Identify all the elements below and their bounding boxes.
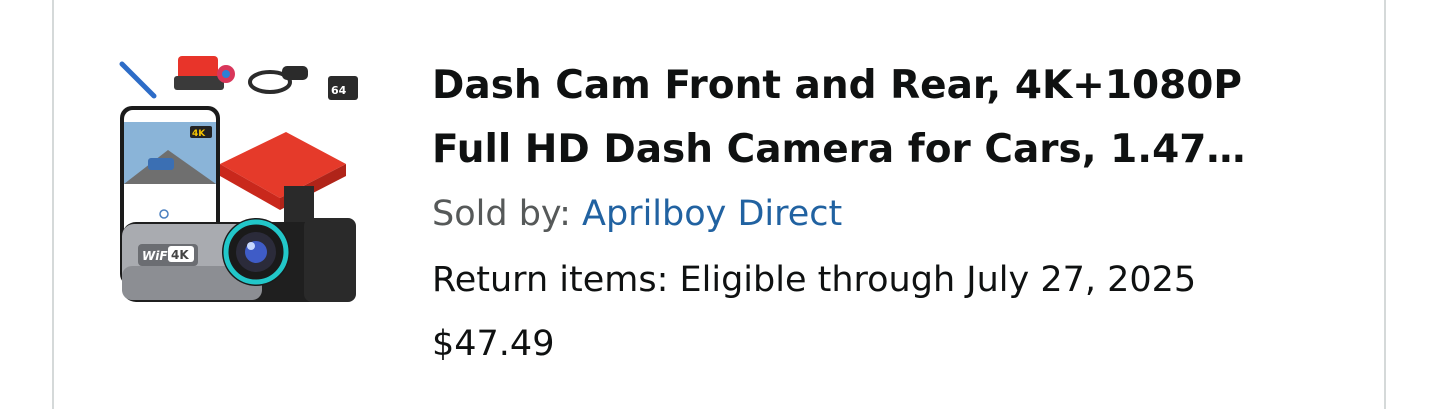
- windshield-mount: [220, 132, 346, 230]
- dash-cam-product-image: 64 4K WiFi 4K: [119, 56, 358, 302]
- product-thumbnail[interactable]: 64 4K WiFi 4K: [108, 46, 366, 312]
- sd-card-label: 64: [331, 84, 347, 97]
- pry-tool-icon: [119, 61, 157, 99]
- order-item-details: Dash Cam Front and Rear, 4K+1080P Full H…: [432, 54, 1332, 368]
- rear-camera-icon: [174, 56, 235, 90]
- sd-card-icon: 64: [328, 76, 358, 100]
- sold-by-label: Sold by:: [432, 194, 571, 234]
- camera-4k-badge: 4K: [171, 248, 189, 262]
- return-status: Eligible through July 27, 2025: [679, 260, 1197, 300]
- item-price: $47.49: [432, 324, 555, 364]
- return-label: Return items:: [432, 260, 669, 300]
- seller-link[interactable]: Aprilboy Direct: [582, 194, 842, 234]
- return-eligibility: Return items: Eligible through July 27, …: [432, 256, 1332, 304]
- product-title-link[interactable]: Dash Cam Front and Rear, 4K+1080P Full H…: [432, 54, 1322, 182]
- phone-4k-badge: 4K: [192, 129, 206, 139]
- sold-by-row: Sold by: Aprilboy Direct: [432, 190, 1332, 238]
- wifi-badge: WiFi: [142, 249, 173, 263]
- product-title-line-2[interactable]: Full HD Dash Camera for Cars, 1.47…: [432, 118, 1312, 182]
- product-title-line-1[interactable]: Dash Cam Front and Rear, 4K+1080P: [432, 54, 1312, 118]
- power-cable-icon: [248, 66, 308, 94]
- dash-cam-body: WiFi 4K: [122, 218, 356, 302]
